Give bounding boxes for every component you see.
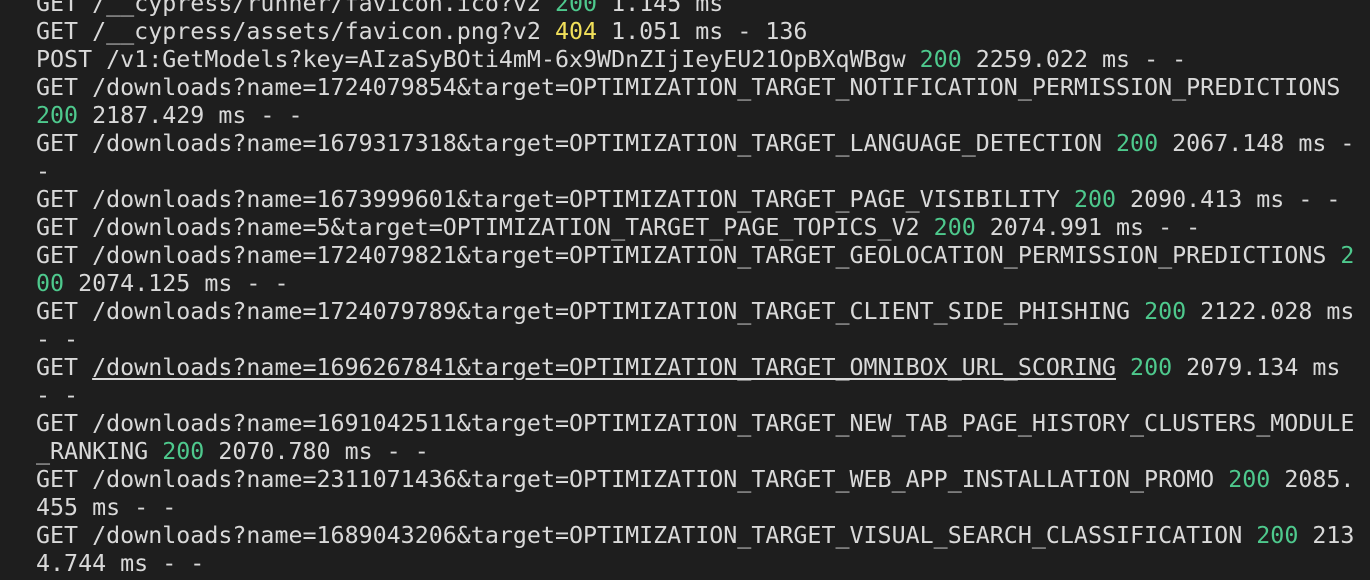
log-line: GET /downloads?name=1724079789&target=OP… <box>36 298 1356 354</box>
request-path: /downloads?name=1724079789&target=OPTIMI… <box>92 298 1131 325</box>
log-line: GET /__cypress/assets/favicon.png?v2 404… <box>36 18 1356 46</box>
log-line: GET /__cypress/runner/favicon.ico?v2 200… <box>36 0 1356 18</box>
request-path: /downloads?name=1673999601&target=OPTIMI… <box>92 186 1060 213</box>
response-timing: 2070.780 ms - - <box>218 438 429 465</box>
log-line: GET /downloads?name=1691042511&target=OP… <box>36 410 1356 466</box>
log-line: GET /downloads?name=1696267841&target=OP… <box>36 354 1356 410</box>
response-timing: 2187.429 ms - - <box>92 102 303 129</box>
status-code: 200 <box>933 214 976 241</box>
status-code: 200 <box>1228 466 1271 493</box>
status-code: 200 <box>1130 354 1173 381</box>
response-timing: 2090.413 ms - - <box>1130 186 1341 213</box>
response-timing: 1.051 ms - 136 <box>611 18 808 45</box>
request-path: /v1:GetModels?key=AIzaSyBOti4mM-6x9WDnZI… <box>106 46 906 73</box>
response-timing: 2074.125 ms - - <box>78 270 289 297</box>
log-line: GET /downloads?name=5&target=OPTIMIZATIO… <box>36 214 1356 242</box>
status-code: 200 <box>554 0 598 17</box>
request-path: /downloads?name=1724079821&target=OPTIMI… <box>92 242 1327 269</box>
status-code: 200 <box>1116 130 1159 157</box>
request-path[interactable]: /downloads?name=1696267841&target=OPTIMI… <box>92 354 1116 381</box>
http-method: GET <box>36 214 79 241</box>
status-code: 200 <box>1256 522 1299 549</box>
request-path: /downloads?name=1689043206&target=OPTIMI… <box>92 522 1243 549</box>
http-method: GET <box>36 298 79 325</box>
http-method: GET <box>36 354 79 381</box>
log-line: GET /downloads?name=2311071436&target=OP… <box>36 466 1356 522</box>
request-path: /downloads?name=5&target=OPTIMIZATION_TA… <box>92 214 920 241</box>
http-method: GET <box>36 186 79 213</box>
http-method: GET <box>36 522 79 549</box>
http-method: GET <box>36 466 79 493</box>
status-code: 404 <box>554 18 598 45</box>
status-code: 200 <box>1073 186 1117 213</box>
response-timing: 1.145 ms <box>611 0 724 17</box>
log-line: GET /downloads?name=1673999601&target=OP… <box>36 186 1356 214</box>
request-path: /__cypress/assets/favicon.png?v2 <box>92 18 541 45</box>
status-code: 200 <box>1144 298 1187 325</box>
log-line: GET /downloads?name=1724079854&target=OP… <box>36 74 1356 130</box>
request-path: /downloads?name=1724079854&target=OPTIMI… <box>92 74 1341 101</box>
response-timing: 2074.991 ms - - <box>989 214 1201 241</box>
http-method: GET <box>36 242 79 269</box>
http-method: POST <box>36 46 93 73</box>
log-line: POST /v1:GetModels?key=AIzaSyBOti4mM-6x9… <box>36 46 1356 74</box>
log-line: GET /downloads?name=1679317318&target=OP… <box>36 130 1356 186</box>
response-timing: 2259.022 ms - - <box>975 46 1187 73</box>
request-path: /downloads?name=2311071436&target=OPTIMI… <box>92 466 1215 493</box>
http-method: GET <box>36 410 79 437</box>
http-method: GET <box>36 130 79 157</box>
http-method: GET <box>36 74 79 101</box>
log-line: GET /downloads?name=1689043206&target=OP… <box>36 522 1356 578</box>
http-method: GET <box>36 0 79 17</box>
http-method: GET <box>36 18 79 45</box>
request-path: /downloads?name=1679317318&target=OPTIMI… <box>92 130 1102 157</box>
request-path: /__cypress/runner/favicon.ico?v2 <box>92 0 541 17</box>
terminal-output: GET /__cypress/runner/favicon.ico?v2 200… <box>36 0 1356 578</box>
status-code: 200 <box>919 46 962 73</box>
terminal-window[interactable]: GET /__cypress/runner/favicon.ico?v2 200… <box>0 0 1370 580</box>
status-code: 200 <box>162 438 205 465</box>
log-line: GET /downloads?name=1724079821&target=OP… <box>36 242 1356 298</box>
status-code: 200 <box>36 102 79 129</box>
